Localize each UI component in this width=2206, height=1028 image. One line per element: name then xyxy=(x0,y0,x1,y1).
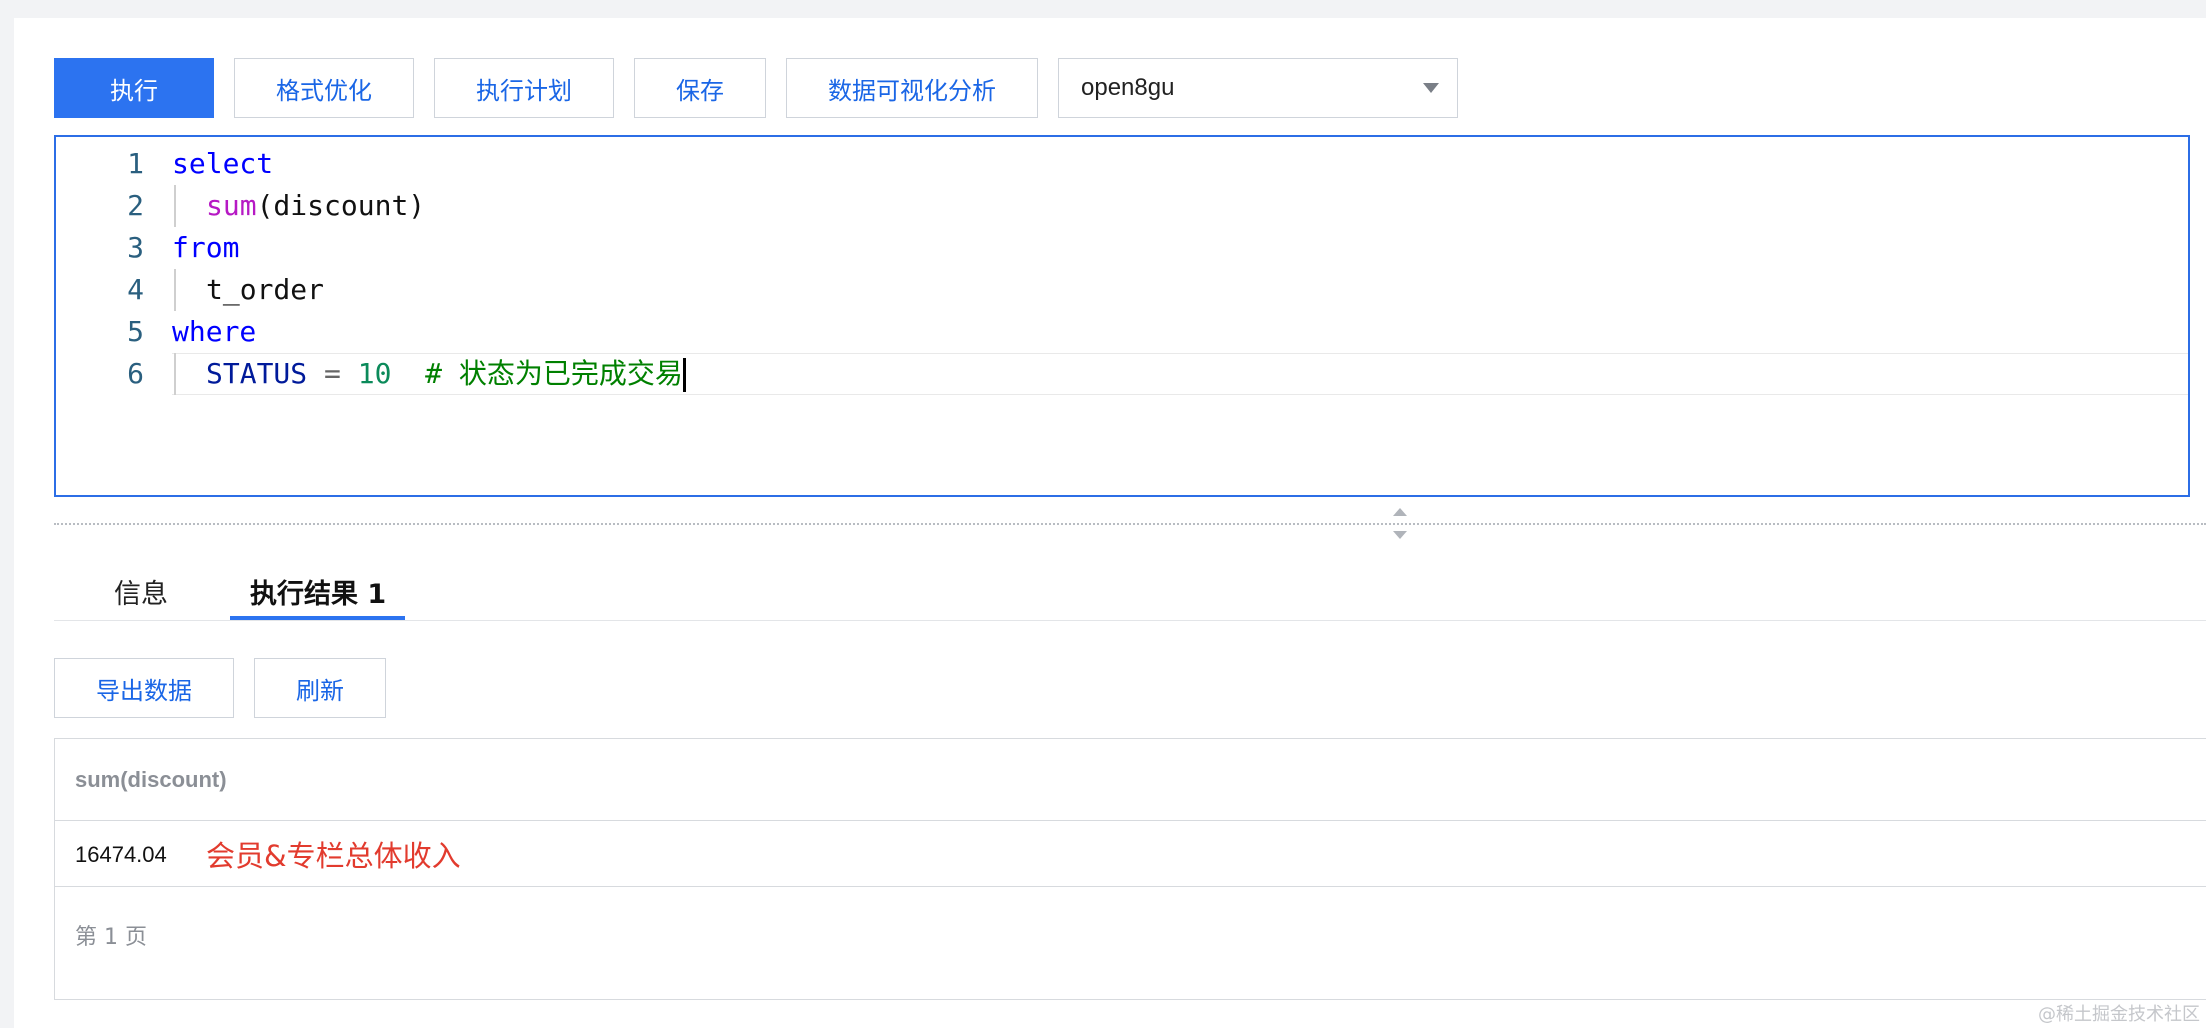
refresh-button[interactable]: 刷新 xyxy=(254,658,386,718)
code-line[interactable]: sum(discount) xyxy=(206,185,425,227)
column-header: sum(discount) xyxy=(75,767,227,792)
code-token: from xyxy=(172,231,240,264)
database-select[interactable]: open8gu xyxy=(1058,58,1458,118)
tab-info[interactable]: 信息 xyxy=(114,572,168,611)
code-token: = xyxy=(307,357,358,390)
data-visualization-button[interactable]: 数据可视化分析 xyxy=(786,58,1038,118)
active-tab-indicator xyxy=(230,616,405,620)
line-number: 6 xyxy=(127,357,144,390)
chevron-down-icon xyxy=(1423,83,1439,93)
line-number: 1 xyxy=(127,147,144,180)
code-line[interactable]: where xyxy=(172,311,256,353)
result-table: sum(discount) 16474.04 会员&专栏总体收入 第 1 页 xyxy=(54,738,2206,1000)
code-line[interactable]: t_order xyxy=(206,269,324,311)
result-annotation: 会员&专栏总体收入 xyxy=(206,839,461,873)
pane-splitter[interactable] xyxy=(54,523,2206,525)
code-token: STATUS xyxy=(206,357,308,390)
format-button[interactable]: 格式优化 xyxy=(234,58,414,118)
code-line[interactable]: from xyxy=(172,227,239,269)
tabs-divider xyxy=(54,620,2206,621)
code-token: 10 xyxy=(357,357,392,390)
line-number: 4 xyxy=(127,273,144,306)
code-line[interactable]: STATUS = 10 # 状态为已完成交易 xyxy=(206,353,686,395)
line-number: 2 xyxy=(127,189,144,222)
database-select-value: open8gu xyxy=(1081,74,1175,101)
sql-editor[interactable]: 1 select 2 sum(discount) 3 from 4 t_order 5 where… xyxy=(54,135,2190,497)
execute-button[interactable]: 执行 xyxy=(54,58,214,118)
export-data-button[interactable]: 导出数据 xyxy=(54,658,234,718)
tab-execution-result-1[interactable]: 执行结果 1 xyxy=(250,572,386,611)
code-token: t_order xyxy=(206,273,325,306)
line-number: 5 xyxy=(127,315,144,348)
code-token: (discount) xyxy=(256,189,426,222)
table-cell: 16474.04 xyxy=(75,842,167,867)
splitter-down-icon xyxy=(1393,531,1407,539)
line-number: 3 xyxy=(127,231,144,264)
code-line[interactable]: select xyxy=(172,143,273,185)
text-cursor xyxy=(682,358,686,392)
table-header: sum(discount) xyxy=(55,739,2206,821)
code-token: # 状态为已完成交易 xyxy=(391,357,683,390)
indent-guide xyxy=(174,269,176,311)
execution-plan-button[interactable]: 执行计划 xyxy=(434,58,614,118)
pagination-label: 第 1 页 xyxy=(75,925,147,950)
save-button[interactable]: 保存 xyxy=(634,58,766,118)
table-row: 16474.04 会员&专栏总体收入 xyxy=(55,821,2206,887)
code-token: where xyxy=(172,315,257,348)
code-token: select xyxy=(172,147,274,180)
watermark: @稀土掘金技术社区 xyxy=(2038,1004,2200,1025)
splitter-up-icon xyxy=(1393,508,1407,516)
indent-guide xyxy=(174,353,176,395)
indent-guide xyxy=(174,185,176,227)
code-token: sum xyxy=(206,189,257,222)
